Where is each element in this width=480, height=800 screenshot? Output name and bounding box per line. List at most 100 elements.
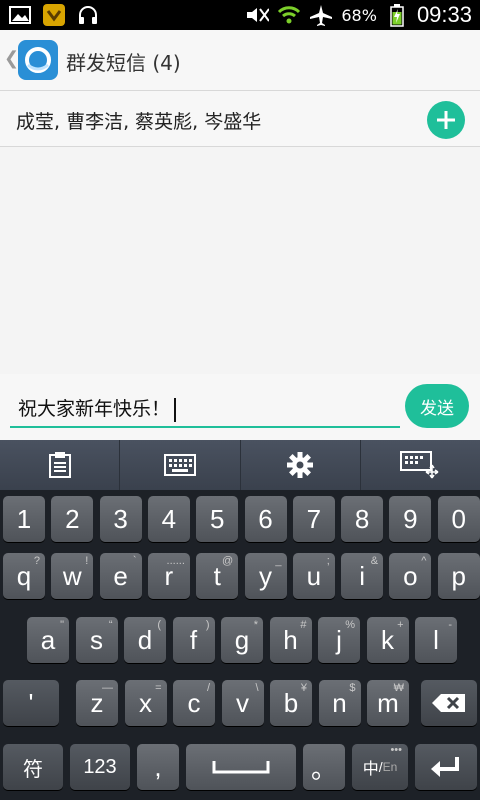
key-apostrophe-label: '	[28, 687, 34, 718]
key-h[interactable]: h #	[269, 617, 312, 663]
lang-zh-label: 中	[362, 761, 379, 778]
key-a[interactable]: a "	[27, 617, 69, 663]
lang-en-label: En	[382, 760, 398, 774]
key-3-label: 3	[113, 503, 128, 534]
key-w[interactable]: w!	[51, 553, 94, 599]
key-1[interactable]: 1	[3, 496, 45, 542]
key-j[interactable]: j%	[318, 617, 360, 663]
key-f[interactable]: f)	[172, 617, 215, 663]
key-x[interactable]: x =	[124, 680, 167, 726]
plus-icon	[437, 111, 455, 129]
key-s[interactable]: s “	[75, 617, 118, 663]
key-t-label: t	[213, 560, 221, 591]
compose-bar: 祝大家新年快乐！ 发送	[0, 374, 480, 440]
soft-keyboard: 1 2 3 4 5 6 7 8 9 0 q? w! e ` r...... t @ y _ u; i & o ^ p a " s “d(…	[0, 490, 480, 800]
keyboard-move-button[interactable]	[361, 440, 480, 490]
key-u[interactable]: u;	[292, 553, 335, 599]
key-h-alt-label: #	[300, 619, 307, 631]
key-7-label: 7	[306, 503, 322, 534]
message-input[interactable]: 祝大家新年快乐！	[10, 388, 400, 428]
send-button[interactable]: 发送	[405, 384, 469, 428]
keyboard-settings-button[interactable]	[241, 440, 361, 490]
key-v[interactable]: v \	[221, 680, 264, 726]
key-o[interactable]: o ^	[389, 553, 432, 599]
key-g[interactable]: g *	[221, 617, 263, 663]
key-a-label: a	[40, 624, 56, 655]
key-1-label: 1	[16, 503, 32, 534]
key-r[interactable]: r......	[147, 553, 190, 599]
key-z-alt-label: —	[102, 682, 113, 694]
key-3[interactable]: 3	[99, 496, 142, 542]
key-n-alt-label: $	[349, 682, 356, 694]
key-0[interactable]: 0	[437, 496, 480, 542]
key-k[interactable]: k +	[366, 617, 409, 663]
key-2-label: 2	[65, 503, 80, 534]
key-8-label: 8	[354, 503, 370, 534]
gallery-icon	[8, 3, 32, 27]
key-0-label: 0	[451, 503, 466, 534]
key-d[interactable]: d(	[124, 617, 166, 663]
key-4-label: 4	[161, 503, 177, 534]
key-u-label: u	[306, 560, 322, 591]
key-v-label: v	[236, 687, 249, 718]
key-n-label: n	[332, 687, 347, 718]
comma-key[interactable]: ,	[137, 744, 179, 790]
recipients-field[interactable]: 成莹, 曹李洁, 蔡英彪, 岑盛华	[0, 91, 480, 147]
clipboard-button[interactable]	[0, 440, 121, 490]
key-5[interactable]: 5	[196, 496, 239, 542]
battery-percent: 68%	[341, 5, 377, 25]
key-h-label: h	[283, 624, 298, 655]
key-a-alt-label: "	[60, 619, 64, 631]
numeric-key[interactable]: 123	[70, 744, 130, 790]
status-bar: 68% 09:33	[0, 0, 480, 30]
key-q[interactable]: q?	[3, 553, 45, 599]
add-recipient-button[interactable]	[427, 101, 465, 139]
key-n[interactable]: n $	[318, 680, 361, 726]
key-z[interactable]: z —	[76, 680, 118, 726]
key-t[interactable]: t @	[196, 553, 239, 599]
key-d-alt-label: (	[157, 619, 161, 631]
key-f-alt-label: )	[205, 619, 210, 631]
key-m[interactable]: m ₩	[367, 680, 409, 726]
key-r-alt-label: ......	[166, 555, 185, 567]
wifi-icon	[277, 3, 301, 27]
space-key[interactable]	[186, 744, 296, 790]
back-chevron-icon[interactable]: ❮	[4, 48, 19, 69]
app-logo[interactable]	[18, 40, 58, 80]
key-2[interactable]: 2	[51, 496, 94, 542]
key-6-label: 6	[258, 503, 273, 534]
key-g-alt-label: *	[253, 619, 258, 631]
keyboard-move-icon	[400, 451, 439, 479]
enter-key[interactable]	[415, 744, 477, 790]
clock: 09:33	[416, 2, 472, 27]
key-4[interactable]: 4	[147, 496, 190, 542]
key-8[interactable]: 8	[341, 496, 384, 542]
key-6[interactable]: 6	[244, 496, 287, 542]
key-9-label: 9	[403, 503, 418, 534]
key-w-label: w	[62, 560, 82, 591]
symbol-key[interactable]: 符	[3, 744, 63, 790]
key-l[interactable]: l-	[415, 617, 457, 663]
language-switch-key[interactable]: 中 / En •••	[352, 744, 408, 790]
period-key[interactable]: 。	[303, 744, 345, 790]
key-s-label: s	[90, 624, 103, 655]
key-e[interactable]: e `	[99, 553, 142, 599]
key-apostrophe[interactable]: '	[3, 680, 59, 726]
backspace-key[interactable]	[421, 680, 477, 726]
key-e-label: e	[113, 560, 128, 591]
key-i[interactable]: i &	[341, 553, 384, 599]
key-o-label: o	[403, 560, 418, 591]
key-v-alt-label: \	[255, 682, 259, 694]
key-c[interactable]: c /	[173, 680, 215, 726]
key-b[interactable]: b ¥	[270, 680, 312, 726]
keyboard-layout-button[interactable]	[120, 440, 241, 490]
app-notification-icon	[42, 3, 66, 27]
key-p[interactable]: p	[437, 553, 480, 599]
key-7[interactable]: 7	[292, 496, 335, 542]
key-i-alt-label: &	[370, 555, 379, 567]
key-9[interactable]: 9	[389, 496, 432, 542]
key-k-label: k	[381, 624, 394, 655]
text-caret	[174, 397, 177, 422]
key-y[interactable]: y _	[244, 553, 287, 599]
key-y-label: y	[259, 560, 272, 591]
